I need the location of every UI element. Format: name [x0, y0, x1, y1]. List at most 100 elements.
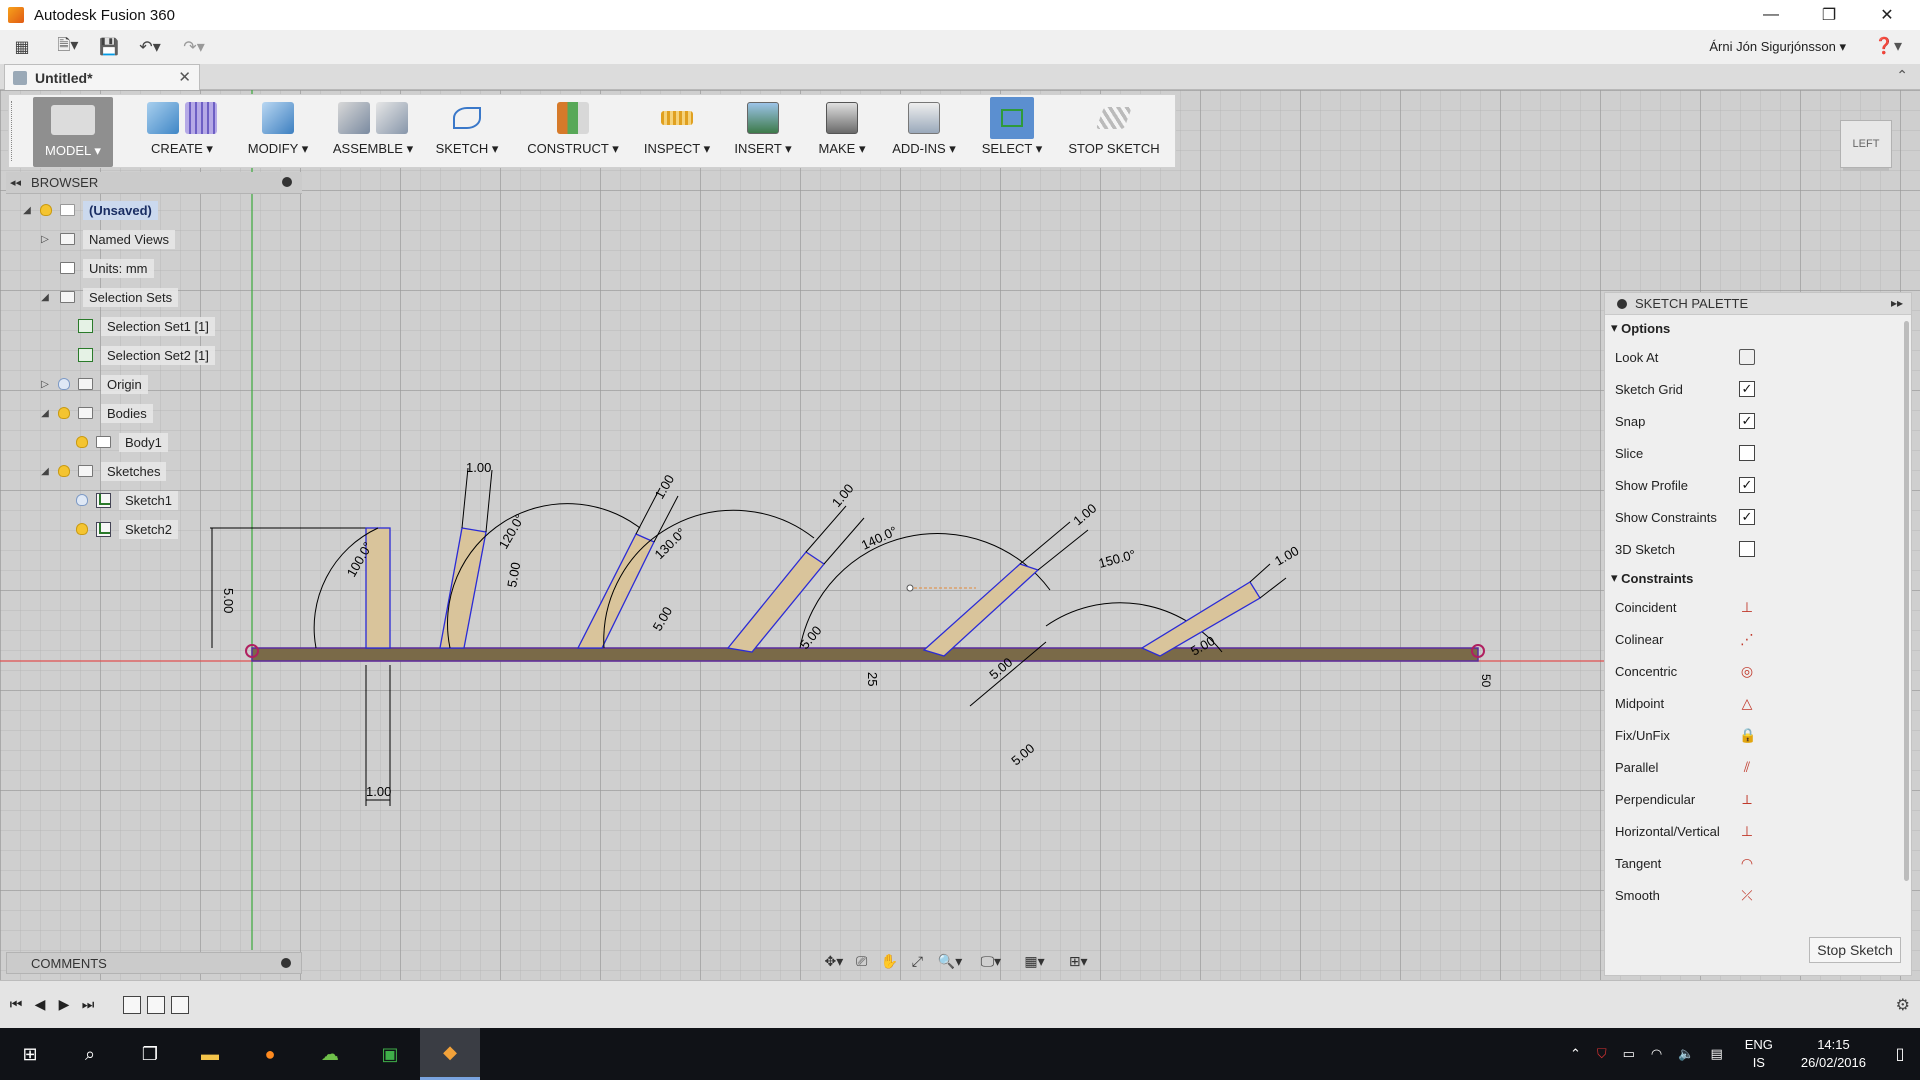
sketch-menu-button[interactable]: SKETCH ▾ [429, 95, 505, 169]
horizontal-vertical-icon[interactable]: ⊥ [1739, 823, 1755, 839]
pin-icon[interactable] [282, 177, 292, 187]
user-account-menu[interactable]: Árni Jón Sigurjónsson ▾ [1709, 39, 1846, 55]
grid-settings-button[interactable]: ▦▾ [1015, 950, 1055, 972]
palette-option-row[interactable]: Show Constraints ✓ [1605, 501, 1911, 533]
modify-menu-button[interactable]: MODIFY ▾ [237, 95, 319, 169]
show-hidden-icons-chevron-icon[interactable]: ⌃ [1562, 1046, 1589, 1062]
firefox-button[interactable]: ● [240, 1028, 300, 1080]
visibility-bulb-icon[interactable] [76, 494, 88, 506]
timeline-start-button[interactable]: ⏮ [4, 993, 28, 1017]
zoom-window-button[interactable]: 🔍▾ [933, 950, 967, 972]
constraints-section-toggle[interactable]: ▾ Constraints [1605, 565, 1911, 591]
save-button[interactable]: 💾 [92, 30, 126, 64]
expand-triangle-icon[interactable]: ▷ [38, 234, 52, 245]
stop-sketch-toolbar-button[interactable]: STOP SKETCH [1059, 95, 1169, 169]
file-explorer-button[interactable]: ▬ [180, 1028, 240, 1080]
tree-item-units[interactable]: Units: mm [52, 255, 154, 281]
smooth-icon[interactable]: ⤫ [1739, 887, 1755, 903]
collapse-arrows-icon[interactable]: ◂◂ [10, 176, 21, 189]
cloud-app-button[interactable]: ☁ [300, 1028, 360, 1080]
palette-option-row[interactable]: Slice [1605, 437, 1911, 469]
sketch-palette-header[interactable]: SKETCH PALETTE ▸▸ [1605, 293, 1911, 315]
file-menu-button[interactable]: 🗎▾ [44, 30, 92, 64]
constraint-row[interactable]: Tangent ◠ [1605, 847, 1911, 879]
add-comment-icon[interactable] [281, 958, 291, 968]
timeline-feature-extrude[interactable] [147, 995, 165, 1014]
options-section-toggle[interactable]: ▾ Options [1605, 315, 1911, 341]
expand-triangle-icon[interactable]: ◢ [20, 205, 34, 216]
tree-item-selection-set-2[interactable]: Selection Set2 [1] [70, 342, 215, 368]
tangent-icon[interactable]: ◠ [1739, 855, 1755, 871]
fusion-taskbar-button[interactable]: ◆ [420, 1028, 480, 1080]
timeline-feature-sketch1[interactable] [123, 995, 141, 1014]
look-at-icon[interactable] [1739, 349, 1755, 365]
colinear-icon[interactable]: ⋰ [1739, 631, 1755, 647]
palette-option-checkbox[interactable]: ✓ [1739, 413, 1755, 429]
tree-item-body1[interactable]: Body1 [70, 429, 168, 455]
visibility-bulb-icon[interactable] [40, 204, 52, 216]
expand-triangle-icon[interactable]: ▷ [38, 379, 52, 390]
viewports-button[interactable]: ⊞▾ [1058, 950, 1098, 972]
help-button[interactable]: ❓▾ [1874, 36, 1902, 56]
data-panel-button[interactable]: ▦ [0, 30, 44, 64]
constraint-row[interactable]: Parallel ⫽ [1605, 751, 1911, 783]
input-language-indicator[interactable]: ENG IS [1731, 1036, 1787, 1072]
tab-close-icon[interactable]: ✕ [178, 68, 191, 86]
palette-option-checkbox[interactable] [1739, 541, 1755, 557]
visibility-bulb-icon[interactable] [58, 465, 70, 477]
tree-root[interactable]: ◢ (Unsaved) [20, 197, 158, 223]
addins-menu-button[interactable]: ADD-INS ▾ [883, 95, 965, 169]
expand-triangle-icon[interactable]: ◢ [38, 408, 52, 419]
view-cube[interactable]: LEFT [1840, 120, 1892, 168]
close-window-button[interactable]: ✕ [1858, 0, 1916, 30]
tree-item-sketch2[interactable]: Sketch2 [70, 516, 178, 542]
look-at-button[interactable]: ⎚ [850, 950, 874, 972]
document-tab[interactable]: Untitled* ✕ [4, 64, 200, 90]
visibility-bulb-icon[interactable] [58, 378, 70, 390]
toolbar-grip[interactable] [11, 101, 14, 161]
zoom-button[interactable]: ⤢ [905, 950, 929, 972]
restore-button[interactable]: ❐ [1800, 0, 1858, 30]
palette-option-row[interactable]: Snap ✓ [1605, 405, 1911, 437]
display-settings-button[interactable]: 🖵▾ [971, 950, 1011, 972]
clock[interactable]: 14:15 26/02/2016 [1787, 1036, 1880, 1072]
timeline-feature-sketch2[interactable] [171, 995, 189, 1014]
expand-triangle-icon[interactable]: ◢ [38, 292, 52, 303]
wifi-icon[interactable]: ◠ [1643, 1046, 1670, 1062]
constraint-row[interactable]: Midpoint △ [1605, 687, 1911, 719]
construct-menu-button[interactable]: CONSTRUCT ▾ [521, 95, 625, 169]
visibility-bulb-icon[interactable] [76, 436, 88, 448]
pan-button[interactable]: ✋ [878, 950, 902, 972]
constraint-row[interactable]: Horizontal/Vertical ⊥ [1605, 815, 1911, 847]
visibility-bulb-icon[interactable] [76, 523, 88, 535]
constraint-row[interactable]: Fix/UnFix 🔒 [1605, 719, 1911, 751]
tree-item-selection-sets[interactable]: ◢ Selection Sets [38, 284, 179, 310]
expand-palette-icon[interactable]: ▸▸ [1891, 296, 1903, 310]
constraint-row[interactable]: Concentric ◎ [1605, 655, 1911, 687]
palette-option-row[interactable]: Show Profile ✓ [1605, 469, 1911, 501]
notifications-button[interactable]: ▯ [1880, 1028, 1920, 1080]
make-menu-button[interactable]: MAKE ▾ [809, 95, 875, 169]
start-button[interactable]: ⊞ [0, 1028, 60, 1080]
comments-panel-header[interactable]: COMMENTS [6, 952, 302, 974]
battery-icon[interactable]: ▭ [1615, 1046, 1643, 1062]
tree-item-named-views[interactable]: ▷ Named Views [38, 226, 175, 252]
create-menu-button[interactable]: CREATE ▾ [131, 95, 233, 169]
timeline-end-button[interactable]: ⏭ [76, 993, 100, 1017]
perpendicular-icon[interactable]: ⟂ [1739, 791, 1755, 807]
expand-triangle-icon[interactable]: ◢ [38, 466, 52, 477]
palette-option-checkbox[interactable] [1739, 445, 1755, 461]
task-view-button[interactable]: ❐ [120, 1028, 180, 1080]
undo-button[interactable]: ↶▾ [126, 30, 174, 64]
minimize-button[interactable]: — [1742, 0, 1800, 30]
midpoint-icon[interactable]: △ [1739, 695, 1755, 711]
palette-option-checkbox[interactable]: ✓ [1739, 477, 1755, 493]
pin-icon[interactable] [1617, 298, 1627, 309]
workspace-switcher-button[interactable]: MODEL ▾ [33, 97, 113, 167]
palette-scrollbar[interactable] [1904, 321, 1909, 881]
tree-item-sketches[interactable]: ◢ Sketches [38, 458, 167, 484]
constraint-row[interactable]: Smooth ⤫ [1605, 879, 1911, 911]
orbit-button[interactable]: ✥▾ [822, 950, 846, 972]
timeline-play-button[interactable]: ▶ [52, 993, 76, 1017]
palette-option-row[interactable]: 3D Sketch [1605, 533, 1911, 565]
